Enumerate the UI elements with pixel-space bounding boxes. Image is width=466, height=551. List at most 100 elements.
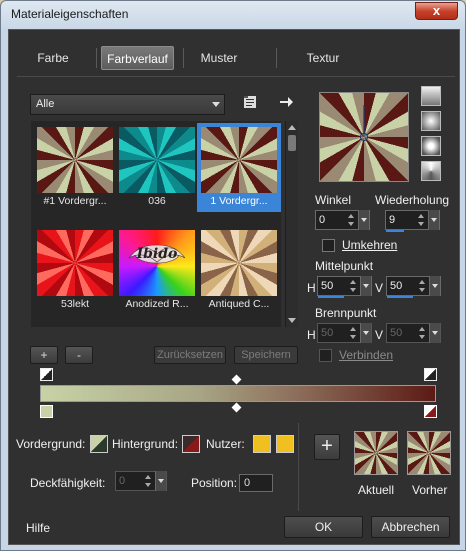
stepper-arrows-icon[interactable]	[145, 472, 154, 490]
focus-h-stepper[interactable]: 50	[317, 323, 372, 343]
category-select[interactable]: Alle	[30, 94, 225, 115]
angle-stepper[interactable]: 0	[315, 210, 370, 230]
chevron-down-icon[interactable]	[360, 276, 371, 296]
gradient-thumbnail	[201, 230, 277, 296]
center-v-value: 50	[390, 280, 403, 292]
scrollbar-thumb[interactable]	[288, 135, 296, 151]
gallery-item[interactable]: Ibido Anodized R...	[117, 228, 197, 313]
radial-style-icon[interactable]	[421, 136, 441, 156]
linear-style-icon[interactable]	[421, 86, 441, 106]
opacity-stepper[interactable]: 0	[115, 471, 167, 491]
position-label: Position:	[191, 476, 238, 490]
repeat-label: Wiederholung	[375, 193, 450, 207]
link-checkbox[interactable]	[319, 349, 332, 362]
center-h-stepper[interactable]: 50	[317, 276, 372, 298]
midpoint-marker[interactable]	[231, 402, 242, 413]
gallery-item[interactable]: Antiqued C...	[199, 228, 279, 313]
tab-farbverlauf[interactable]: Farbverlauf	[101, 46, 174, 70]
gradient-preview[interactable]	[319, 92, 409, 182]
position-field[interactable]: 0	[239, 474, 273, 492]
gallery-scrollbar[interactable]	[285, 121, 298, 327]
chevron-down-icon[interactable]	[358, 210, 369, 230]
center-v-level-bar	[387, 296, 413, 298]
current-preview[interactable]	[354, 431, 398, 475]
help-link[interactable]: Hilfe	[26, 521, 50, 535]
gallery-item[interactable]: 53lekt	[35, 228, 115, 313]
gallery-item-caption: Anodized R...	[125, 298, 189, 310]
tab-muster[interactable]: Muster	[188, 46, 250, 70]
foreground-color-marker[interactable]	[40, 368, 53, 381]
center-v-label: V	[375, 281, 384, 295]
stepper-arrows-icon[interactable]	[419, 277, 428, 295]
gradient-thumbnail	[37, 127, 113, 193]
tab-separator	[183, 48, 184, 68]
focus-v-stepper[interactable]: 50	[386, 323, 441, 343]
chevron-down-icon[interactable]	[429, 276, 440, 296]
stepper-arrows-icon[interactable]	[348, 211, 357, 229]
remove-gradient-button[interactable]: -	[65, 346, 93, 364]
arrow-right-icon[interactable]	[277, 94, 295, 112]
foreground-label: Vordergrund:	[16, 437, 86, 451]
gradient-editor-bar[interactable]	[40, 385, 436, 402]
watermark-graphic	[128, 244, 186, 264]
stepper-arrows-icon[interactable]	[418, 211, 427, 229]
gradient-thumbnail	[37, 230, 113, 296]
title-bar: Materialeigenschaften x	[1, 1, 465, 27]
foreground-swatch[interactable]	[90, 435, 108, 453]
gallery-item[interactable]: #1 Vordergr...	[35, 125, 115, 210]
stepper-arrows-icon[interactable]	[419, 324, 428, 342]
background-swatch[interactable]	[182, 435, 200, 453]
material-properties-dialog: Materialeigenschaften x Farbe Farbverlau…	[0, 0, 466, 551]
close-button[interactable]: x	[415, 2, 458, 20]
save-button[interactable]: Speichern	[234, 346, 298, 364]
tab-textur[interactable]: Textur	[283, 46, 363, 70]
tab-separator	[276, 48, 277, 68]
conical-style-icon[interactable]	[421, 161, 441, 181]
rectangular-style-icon[interactable]	[421, 111, 441, 131]
user-swatch-secondary[interactable]	[276, 435, 294, 453]
opacity-value: 0	[119, 475, 126, 487]
chevron-down-icon[interactable]	[428, 210, 439, 230]
repeat-level-bar	[386, 230, 404, 232]
add-color-stop-button[interactable]: +	[314, 434, 340, 460]
window-title: Materialeigenschaften	[11, 7, 129, 21]
midpoint-marker[interactable]	[231, 374, 242, 385]
category-select-value: Alle	[36, 98, 55, 110]
gradient-thumbnail	[119, 127, 195, 193]
center-v-stepper[interactable]: 50	[386, 276, 441, 298]
center-h-value: 50	[321, 280, 334, 292]
angle-value: 0	[319, 214, 326, 226]
gallery-item-selected[interactable]: 1 Vordergr...	[197, 123, 281, 212]
invert-checkbox[interactable]	[322, 239, 335, 252]
current-label: Aktuell	[358, 483, 395, 497]
background-label: Hintergrund:	[112, 437, 179, 451]
add-gradient-button[interactable]: +	[30, 346, 58, 364]
chevron-down-icon	[212, 102, 220, 107]
scroll-up-icon[interactable]	[288, 125, 296, 130]
focus-label: Brennpunkt	[315, 306, 377, 320]
previous-preview[interactable]	[407, 431, 451, 475]
chevron-down-icon[interactable]	[360, 323, 371, 343]
user-swatch-primary[interactable]	[253, 435, 271, 453]
tab-farbe[interactable]: Farbe	[18, 46, 88, 70]
watermark-text: Ibido	[136, 246, 178, 262]
gradient-thumbnail	[201, 127, 277, 193]
gallery-item[interactable]: 036	[117, 125, 197, 210]
gallery-item-caption: 1 Vordergr...	[210, 195, 268, 207]
user-label: Nutzer:	[206, 437, 245, 451]
cancel-button[interactable]: Abbrechen	[371, 516, 450, 538]
stepper-arrows-icon[interactable]	[350, 277, 359, 295]
chevron-down-icon[interactable]	[429, 323, 440, 343]
scroll-down-icon[interactable]	[288, 318, 296, 323]
chevron-down-icon[interactable]	[155, 471, 166, 491]
dialog-client-area: Farbe Farbverlauf Muster Textur Alle #1 …	[8, 29, 460, 545]
repeat-stepper[interactable]: 9	[385, 210, 440, 232]
reset-button[interactable]: Zurücksetzen	[154, 346, 226, 364]
stepper-arrows-icon[interactable]	[350, 324, 359, 342]
color-stop-end[interactable]	[424, 405, 437, 418]
ok-button[interactable]: OK	[284, 516, 363, 538]
foreground-color-marker[interactable]	[424, 368, 437, 381]
color-stop-start[interactable]	[40, 405, 53, 418]
library-icon[interactable]	[241, 94, 259, 112]
angle-handle	[359, 105, 369, 142]
